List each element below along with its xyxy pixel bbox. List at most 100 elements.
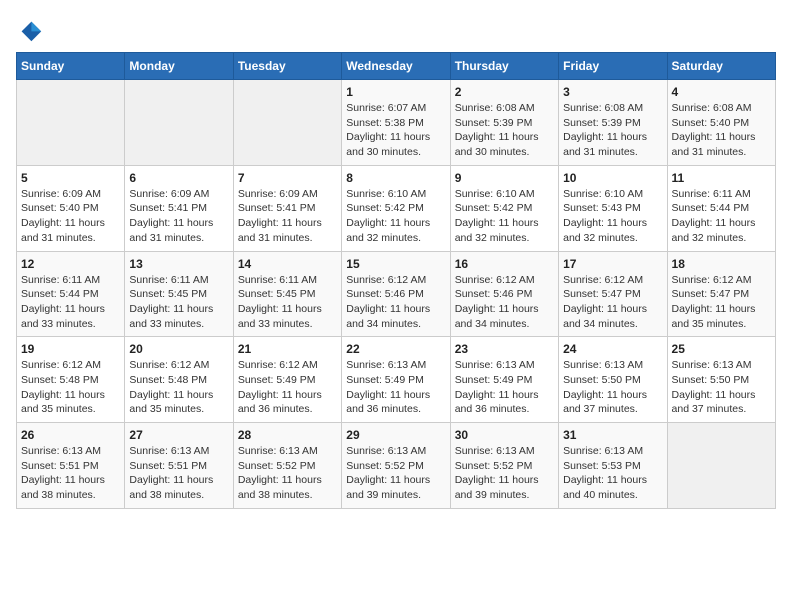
calendar-day-cell: 23 Sunrise: 6:13 AM Sunset: 5:49 PM Dayli…: [450, 337, 558, 423]
calendar-day-cell: 4Sunrise: 6:08 AM Sunset: 5:40 PM Daylig…: [667, 80, 775, 166]
calendar-day-cell: 25 Sunrise: 6:13 AM Sunset: 5:50 PM Dayli…: [667, 337, 775, 423]
weekday-header: Thursday: [450, 53, 558, 80]
day-info: Sunrise: 6:13 AM Sunset: 5:51 PM Dayligh…: [129, 444, 228, 503]
day-info: Sunrise: 6:09 AM Sunset: 5:41 PM Dayligh…: [238, 187, 337, 246]
day-number: 31: [563, 428, 662, 442]
calendar-day-cell: 8 Sunrise: 6:10 AM Sunset: 5:42 PM Daylig…: [342, 165, 450, 251]
weekday-header: Wednesday: [342, 53, 450, 80]
day-number: 26: [21, 428, 120, 442]
calendar-day-cell: 21 Sunrise: 6:12 AM Sunset: 5:49 PM Dayli…: [233, 337, 341, 423]
calendar-day-cell: 12Sunrise: 6:11 AM Sunset: 5:44 PM Dayli…: [17, 251, 125, 337]
calendar-day-cell: [233, 80, 341, 166]
day-info: Sunrise: 6:09 AM Sunset: 5:40 PM Dayligh…: [21, 187, 120, 246]
calendar-day-cell: 14 Sunrise: 6:11 AM Sunset: 5:45 PM Dayli…: [233, 251, 341, 337]
day-info: Sunrise: 6:13 AM Sunset: 5:49 PM Dayligh…: [346, 358, 445, 417]
calendar-day-cell: 5 Sunrise: 6:09 AM Sunset: 5:40 PM Daylig…: [17, 165, 125, 251]
day-info: Sunrise: 6:12 AM Sunset: 5:46 PM Dayligh…: [346, 273, 445, 332]
day-number: 2: [455, 85, 554, 99]
day-number: 20: [129, 342, 228, 356]
day-number: 16: [455, 257, 554, 271]
logo-icon: [16, 16, 44, 44]
day-info: Sunrise: 6:12 AM Sunset: 5:48 PM Dayligh…: [21, 358, 120, 417]
calendar-week-row: 5 Sunrise: 6:09 AM Sunset: 5:40 PM Daylig…: [17, 165, 776, 251]
day-info: Sunrise: 6:13 AM Sunset: 5:52 PM Dayligh…: [346, 444, 445, 503]
calendar-day-cell: 31 Sunrise: 6:13 AM Sunset: 5:53 PM Dayli…: [559, 423, 667, 509]
day-number: 24: [563, 342, 662, 356]
day-number: 7: [238, 171, 337, 185]
day-info: Sunrise: 6:12 AM Sunset: 5:48 PM Dayligh…: [129, 358, 228, 417]
day-info: Sunrise: 6:08 AM Sunset: 5:39 PM Dayligh…: [563, 101, 662, 160]
day-info: Sunrise: 6:12 AM Sunset: 5:47 PM Dayligh…: [672, 273, 771, 332]
calendar-day-cell: 24Sunrise: 6:13 AM Sunset: 5:50 PM Dayli…: [559, 337, 667, 423]
day-info: Sunrise: 6:13 AM Sunset: 5:49 PM Dayligh…: [455, 358, 554, 417]
day-number: 29: [346, 428, 445, 442]
day-number: 18: [672, 257, 771, 271]
day-number: 21: [238, 342, 337, 356]
day-number: 6: [129, 171, 228, 185]
day-info: Sunrise: 6:12 AM Sunset: 5:49 PM Dayligh…: [238, 358, 337, 417]
calendar-day-cell: [17, 80, 125, 166]
calendar-week-row: 12Sunrise: 6:11 AM Sunset: 5:44 PM Dayli…: [17, 251, 776, 337]
weekday-header: Friday: [559, 53, 667, 80]
calendar-day-cell: 15 Sunrise: 6:12 AM Sunset: 5:46 PM Dayli…: [342, 251, 450, 337]
weekday-header: Monday: [125, 53, 233, 80]
day-info: Sunrise: 6:08 AM Sunset: 5:39 PM Dayligh…: [455, 101, 554, 160]
calendar-day-cell: 10Sunrise: 6:10 AM Sunset: 5:43 PM Dayli…: [559, 165, 667, 251]
calendar-day-cell: [667, 423, 775, 509]
day-info: Sunrise: 6:10 AM Sunset: 5:42 PM Dayligh…: [455, 187, 554, 246]
calendar-day-cell: 1Sunrise: 6:07 AM Sunset: 5:38 PM Daylig…: [342, 80, 450, 166]
day-info: Sunrise: 6:12 AM Sunset: 5:46 PM Dayligh…: [455, 273, 554, 332]
calendar-day-cell: 7 Sunrise: 6:09 AM Sunset: 5:41 PM Daylig…: [233, 165, 341, 251]
calendar-day-cell: 29 Sunrise: 6:13 AM Sunset: 5:52 PM Dayli…: [342, 423, 450, 509]
day-info: Sunrise: 6:11 AM Sunset: 5:44 PM Dayligh…: [672, 187, 771, 246]
day-info: Sunrise: 6:09 AM Sunset: 5:41 PM Dayligh…: [129, 187, 228, 246]
calendar-day-cell: 27 Sunrise: 6:13 AM Sunset: 5:51 PM Dayli…: [125, 423, 233, 509]
day-info: Sunrise: 6:12 AM Sunset: 5:47 PM Dayligh…: [563, 273, 662, 332]
calendar-week-row: 19 Sunrise: 6:12 AM Sunset: 5:48 PM Dayli…: [17, 337, 776, 423]
day-number: 1: [346, 85, 445, 99]
day-info: Sunrise: 6:13 AM Sunset: 5:52 PM Dayligh…: [238, 444, 337, 503]
calendar-week-row: 26 Sunrise: 6:13 AM Sunset: 5:51 PM Dayli…: [17, 423, 776, 509]
day-number: 19: [21, 342, 120, 356]
day-number: 23: [455, 342, 554, 356]
day-number: 15: [346, 257, 445, 271]
logo: [16, 16, 48, 44]
day-number: 5: [21, 171, 120, 185]
calendar-day-cell: 16 Sunrise: 6:12 AM Sunset: 5:46 PM Dayli…: [450, 251, 558, 337]
calendar-header-row: SundayMondayTuesdayWednesdayThursdayFrid…: [17, 53, 776, 80]
day-number: 8: [346, 171, 445, 185]
day-info: Sunrise: 6:10 AM Sunset: 5:42 PM Dayligh…: [346, 187, 445, 246]
calendar-day-cell: [125, 80, 233, 166]
day-info: Sunrise: 6:13 AM Sunset: 5:50 PM Dayligh…: [672, 358, 771, 417]
calendar-day-cell: 9 Sunrise: 6:10 AM Sunset: 5:42 PM Daylig…: [450, 165, 558, 251]
day-number: 4: [672, 85, 771, 99]
calendar-day-cell: 22 Sunrise: 6:13 AM Sunset: 5:49 PM Dayli…: [342, 337, 450, 423]
day-info: Sunrise: 6:11 AM Sunset: 5:44 PM Dayligh…: [21, 273, 120, 332]
weekday-header: Tuesday: [233, 53, 341, 80]
calendar-day-cell: 6 Sunrise: 6:09 AM Sunset: 5:41 PM Daylig…: [125, 165, 233, 251]
day-number: 27: [129, 428, 228, 442]
calendar-day-cell: 11Sunrise: 6:11 AM Sunset: 5:44 PM Dayli…: [667, 165, 775, 251]
calendar-day-cell: 26 Sunrise: 6:13 AM Sunset: 5:51 PM Dayli…: [17, 423, 125, 509]
weekday-header: Sunday: [17, 53, 125, 80]
day-number: 28: [238, 428, 337, 442]
day-info: Sunrise: 6:13 AM Sunset: 5:52 PM Dayligh…: [455, 444, 554, 503]
calendar-day-cell: 13Sunrise: 6:11 AM Sunset: 5:45 PM Dayli…: [125, 251, 233, 337]
day-info: Sunrise: 6:13 AM Sunset: 5:51 PM Dayligh…: [21, 444, 120, 503]
day-number: 9: [455, 171, 554, 185]
day-number: 22: [346, 342, 445, 356]
day-number: 17: [563, 257, 662, 271]
calendar-week-row: 1Sunrise: 6:07 AM Sunset: 5:38 PM Daylig…: [17, 80, 776, 166]
calendar-day-cell: 3Sunrise: 6:08 AM Sunset: 5:39 PM Daylig…: [559, 80, 667, 166]
day-info: Sunrise: 6:10 AM Sunset: 5:43 PM Dayligh…: [563, 187, 662, 246]
day-info: Sunrise: 6:13 AM Sunset: 5:53 PM Dayligh…: [563, 444, 662, 503]
calendar-day-cell: 30Sunrise: 6:13 AM Sunset: 5:52 PM Dayli…: [450, 423, 558, 509]
day-number: 25: [672, 342, 771, 356]
calendar-day-cell: 28 Sunrise: 6:13 AM Sunset: 5:52 PM Dayli…: [233, 423, 341, 509]
day-number: 14: [238, 257, 337, 271]
day-info: Sunrise: 6:11 AM Sunset: 5:45 PM Dayligh…: [238, 273, 337, 332]
calendar-table: SundayMondayTuesdayWednesdayThursdayFrid…: [16, 52, 776, 509]
weekday-header: Saturday: [667, 53, 775, 80]
calendar-day-cell: 19 Sunrise: 6:12 AM Sunset: 5:48 PM Dayli…: [17, 337, 125, 423]
calendar-day-cell: 2 Sunrise: 6:08 AM Sunset: 5:39 PM Daylig…: [450, 80, 558, 166]
